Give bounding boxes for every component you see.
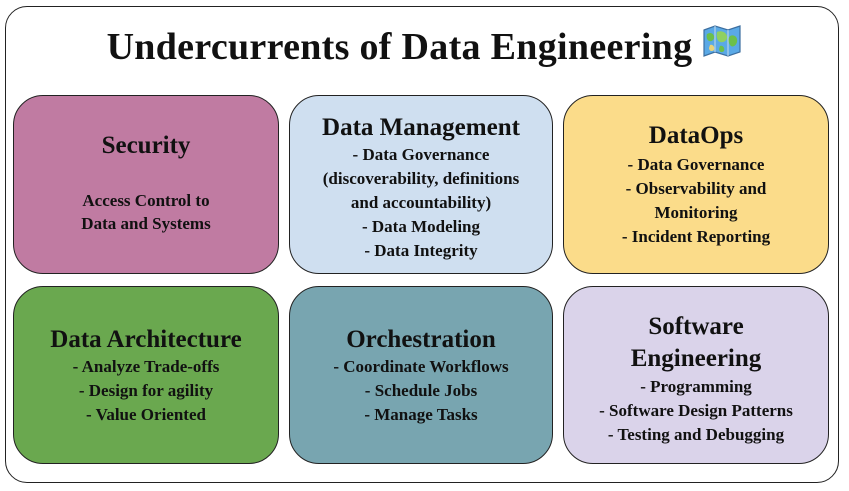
card-security: Security Access Control to Data and Syst… xyxy=(13,95,279,274)
card-heading: Data Management xyxy=(322,114,520,141)
world-map-icon xyxy=(702,21,742,71)
card-item: - Data Governance xyxy=(627,155,765,174)
card-heading-line: Engineering xyxy=(630,345,762,372)
card-item: - Manage Tasks xyxy=(364,405,478,424)
card-item: - Programming xyxy=(640,377,752,396)
card-item: - Testing and Debugging xyxy=(607,425,785,444)
card-heading: DataOps xyxy=(648,122,744,149)
card-item: Data and Systems xyxy=(81,214,211,233)
card-item: - Incident Reporting xyxy=(621,227,771,246)
card-item: - Data Governance xyxy=(352,145,490,164)
card-heading: Security xyxy=(101,132,191,159)
card-software-engineering: Software Engineering - Programming - Sof… xyxy=(563,286,829,464)
card-item: Access Control to xyxy=(82,191,210,210)
card-item: - Analyze Trade-offs xyxy=(72,357,220,376)
card-item: - Value Oriented xyxy=(86,405,206,424)
card-item: - Schedule Jobs xyxy=(364,381,478,400)
card-heading: Orchestration xyxy=(346,326,496,353)
diagram-title: Undercurrents of Data Engineering xyxy=(0,22,849,72)
card-item: - Data Integrity xyxy=(364,241,478,260)
card-data-architecture: Data Architecture - Analyze Trade-offs -… xyxy=(13,286,279,464)
card-orchestration: Orchestration - Coordinate Workflows - S… xyxy=(289,286,553,464)
card-item: - Coordinate Workflows xyxy=(333,357,509,376)
card-heading: Data Architecture xyxy=(50,326,242,353)
card-item: - Data Modeling xyxy=(361,217,481,236)
card-item: - Observability and xyxy=(625,179,767,198)
card-dataops: DataOps - Data Governance - Observabilit… xyxy=(563,95,829,274)
card-item: (discoverability, definitions xyxy=(322,169,520,188)
card-item: - Software Design Patterns xyxy=(599,401,793,420)
card-item: - Design for agility xyxy=(78,381,214,400)
card-item: Monitoring xyxy=(654,203,738,222)
card-item: and accountability) xyxy=(350,193,492,212)
card-data-management: Data Management - Data Governance (disco… xyxy=(289,95,553,274)
diagram-title-text: Undercurrents of Data Engineering xyxy=(106,26,693,68)
card-heading-line: Software xyxy=(648,313,744,340)
